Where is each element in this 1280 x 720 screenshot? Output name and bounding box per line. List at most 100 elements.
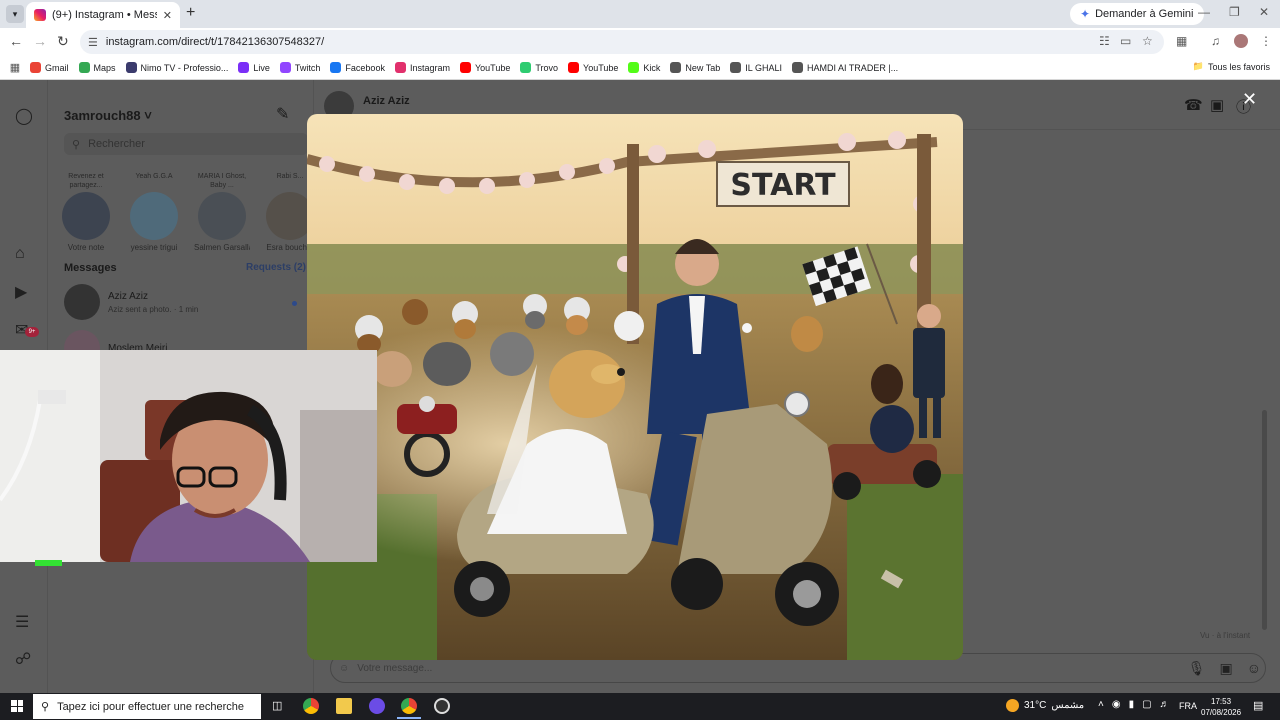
folder-icon: 📁 [1192,61,1204,71]
bookmark-youtube-2[interactable]: YouTube [568,62,618,73]
instagram-favicon [34,9,46,21]
instagram-logo-icon[interactable]: ◯ [15,106,33,126]
clock[interactable]: 17:53 07/08/2026 [1201,696,1241,718]
media-controls-icon[interactable]: ♫ [1211,34,1220,48]
close-viewer-icon[interactable]: ✕ [1242,89,1257,110]
youtube-icon [459,62,471,73]
bookmark-maps[interactable]: Maps [78,62,116,73]
bookmark-label: Maps [93,62,116,73]
bookmark-nimo[interactable]: Nimo TV - Professio... [125,62,229,73]
apps-grid-icon[interactable]: ▦ [0,61,30,74]
close-tab-icon[interactable]: ✕ [163,9,172,22]
video-call-icon[interactable]: ▣ [1210,96,1224,114]
forward-icon[interactable]: → [33,33,47,49]
username: 3amrouch88 [64,108,141,123]
note-name: yessine trigui [130,243,178,252]
translate-icon[interactable]: ☷ [1099,34,1110,48]
bookmark-label: Facebook [345,62,385,73]
thread-name[interactable]: Aziz Aziz [363,95,410,107]
notification-center-icon[interactable]: ▤ [1253,699,1263,712]
tab-instagram[interactable]: (9+) Instagram • Messages ✕ [26,2,180,28]
scrollbar[interactable] [1262,410,1267,630]
tab-title: (9+) Instagram • Messages [52,9,157,21]
new-tab-button[interactable]: + [186,4,195,22]
note-item[interactable]: MARIA I Ghost, Baby ... Salmen Garsalla.… [194,172,250,252]
webcam-level-bar [35,560,62,566]
seen-status: Vu · à l'instant [1200,631,1251,640]
close-window-icon[interactable]: ✕ [1259,5,1269,19]
more-menu-icon[interactable]: ☰ [15,612,29,632]
gmail-icon [30,62,41,73]
bookmark-trovo[interactable]: Trovo [520,62,558,73]
home-icon[interactable]: ⌂ [15,245,25,263]
note-item[interactable]: Revenez et partagez... Votre note [58,172,114,252]
bookmark-instagram[interactable]: Instagram [394,62,450,73]
app-icon[interactable] [369,698,385,714]
task-view-icon[interactable]: ◫ [272,699,282,712]
youtube-icon [568,62,580,73]
note-item[interactable]: Yeah G.G.A yessine trigui [126,172,182,252]
image-icon[interactable]: ▣ [1219,660,1232,677]
camera-icon[interactable]: ◉ [1112,699,1121,710]
reload-icon[interactable]: ↻ [57,33,69,50]
bookmark-hamdi[interactable]: HAMDI AI TRADER |... [791,62,898,73]
bookmark-youtube[interactable]: YouTube [459,62,510,73]
bookmark-facebook[interactable]: Facebook [330,62,385,73]
volume-icon[interactable]: ♬ [1160,699,1170,710]
back-icon[interactable]: ← [9,33,23,49]
install-app-icon[interactable]: ▭ [1120,34,1131,48]
site-info-icon[interactable]: ☰ [88,36,98,49]
extensions-icon[interactable]: ▦ [1176,34,1187,48]
microphone-icon[interactable]: 🎙 [1188,660,1206,677]
compose-icon[interactable]: ✎ [276,104,289,124]
taskbar-search-input[interactable]: ⚲ Tapez ici pour effectuer une recherche [33,694,261,719]
windows-taskbar: ⚲ Tapez ici pour effectuer une recherche… [0,693,1280,720]
reels-icon[interactable]: ▶ [15,282,27,302]
bookmark-new-tab[interactable]: New Tab [670,62,720,73]
phone-icon[interactable]: ☎ [1184,96,1203,114]
emoji-icon[interactable]: ☺ [339,663,349,674]
gemini-button[interactable]: ✦ Demander à Gemini [1070,3,1204,25]
globe-icon [670,62,682,73]
instagram-icon [394,62,406,73]
bookmark-gmail[interactable]: Gmail [30,62,69,73]
bookmark-star-icon[interactable]: ☆ [1142,34,1153,48]
bookmark-live[interactable]: Live [238,62,270,73]
search-placeholder: Rechercher [88,138,145,150]
microphone-icon[interactable]: ▮ [1129,699,1135,710]
tab-search-button[interactable]: ▾ [6,5,24,23]
requests-link[interactable]: Requests (2) [246,262,306,273]
globe-icon [730,62,742,73]
avatar [198,192,246,240]
obs-icon[interactable] [434,698,450,714]
all-bookmarks-button[interactable]: 📁 Tous les favoris [1193,61,1270,72]
network-icon[interactable]: ▢ [1142,699,1151,710]
file-explorer-icon[interactable] [336,698,352,714]
chevron-up-icon[interactable]: ˄ [1098,699,1104,710]
bookmark-il-ghali[interactable]: IL GHALI [730,62,782,73]
weather-widget[interactable]: 31°C مشمس [1006,699,1084,712]
shared-photo[interactable]: START [307,114,963,660]
chrome-icon[interactable] [303,698,319,714]
bookmark-label: Nimo TV - Professio... [140,62,229,73]
windows-start-icon[interactable] [11,700,23,712]
menu-icon[interactable]: ⋮ [1260,34,1272,48]
sticker-icon[interactable]: ☺ [1247,660,1261,677]
language-indicator[interactable]: FRA [1179,701,1197,711]
search-input[interactable]: ⚲ Rechercher [64,133,308,155]
bookmark-kick[interactable]: Kick [628,62,660,73]
conversation-item[interactable]: Aziz Aziz Aziz sent a photo. · 1 min [64,284,308,320]
bookmark-label: Twitch [294,62,321,73]
note-name: Votre note [67,243,105,252]
restore-icon[interactable]: ❐ [1229,5,1240,19]
threads-icon[interactable]: ☍ [15,649,31,669]
notification-badge: 9+ [25,327,39,337]
address-bar[interactable]: ☰ instagram.com/direct/t/178421363075483… [80,30,1164,54]
profile-avatar[interactable] [1234,34,1248,48]
account-switcher[interactable]: 3amrouch88 ˅ [64,108,152,123]
avatar [64,284,100,320]
wall [0,350,100,562]
bookmark-twitch[interactable]: Twitch [279,62,321,73]
chrome-active-icon[interactable] [401,698,417,714]
minimize-icon[interactable]: — [1198,5,1210,19]
